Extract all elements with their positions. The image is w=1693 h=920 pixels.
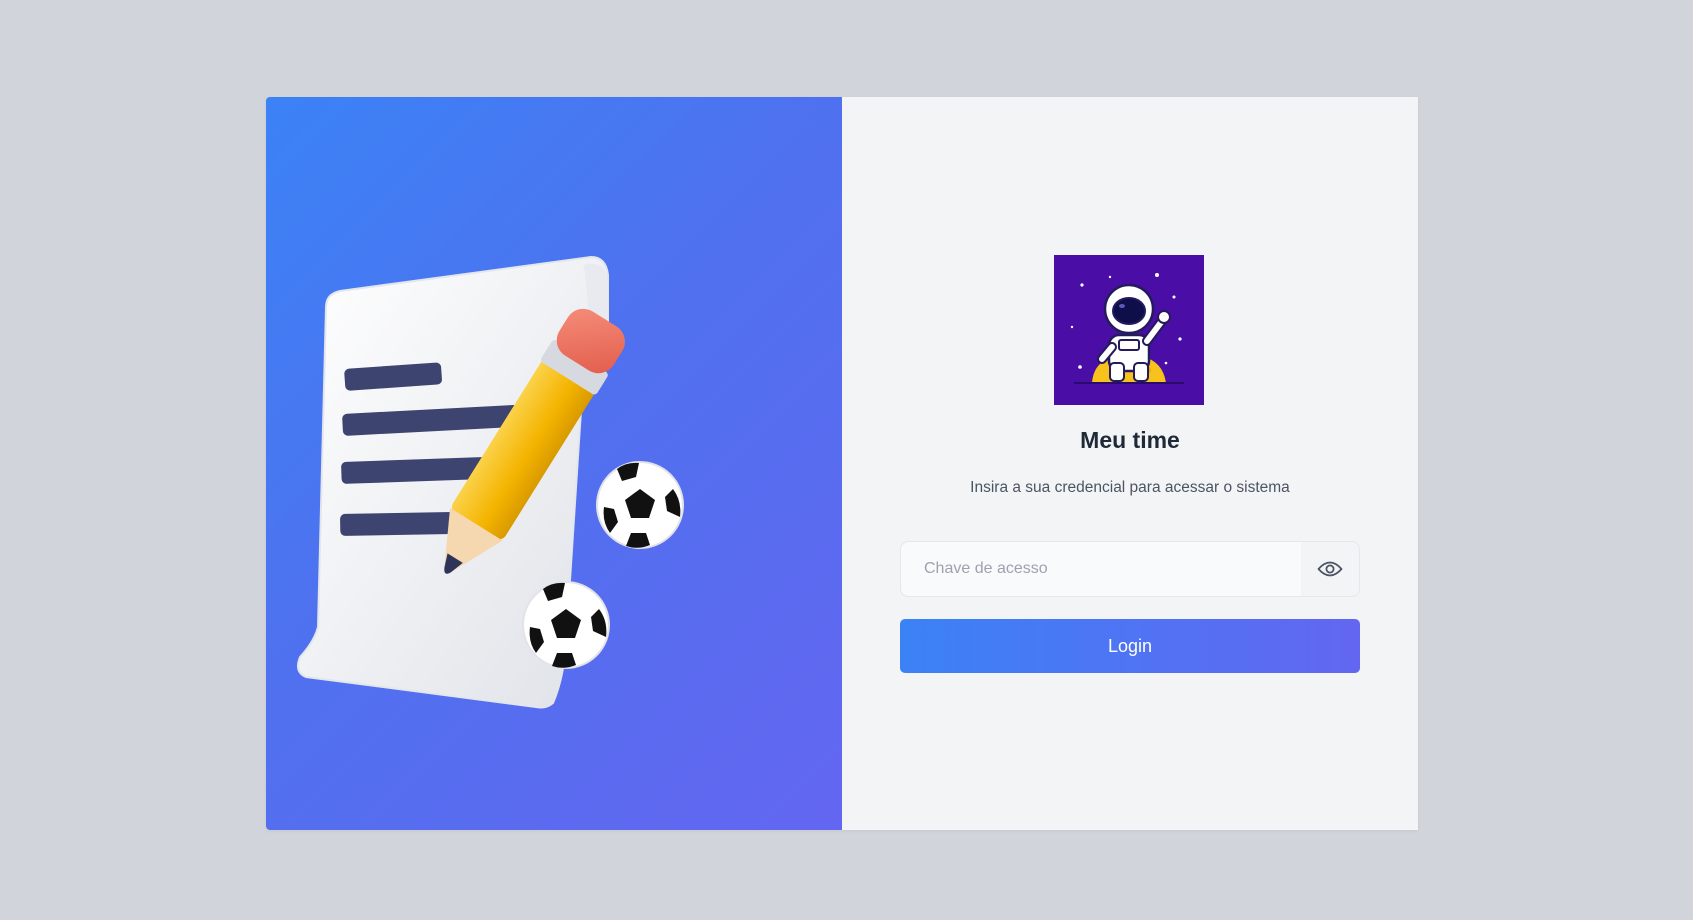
eye-icon [1317, 561, 1343, 577]
hero-panel [266, 97, 842, 830]
login-button[interactable]: Login [900, 619, 1360, 673]
astronaut-logo [1054, 255, 1204, 405]
login-card: Meu time Insira a sua credencial para ac… [266, 97, 1418, 830]
hero-illustration [297, 255, 684, 709]
page-subtitle: Insira a sua credencial para acessar o s… [970, 479, 1290, 496]
soccer-ball-icon [522, 581, 610, 669]
astronaut-icon [1070, 273, 1184, 384]
toggle-visibility-button[interactable] [1301, 542, 1359, 596]
soccer-ball-icon [596, 461, 684, 549]
page-title: Meu time [1080, 427, 1180, 453]
access-key-field [900, 541, 1360, 597]
login-panel: Meu time Insira a sua credencial para ac… [842, 97, 1418, 830]
access-key-input[interactable] [901, 542, 1301, 596]
